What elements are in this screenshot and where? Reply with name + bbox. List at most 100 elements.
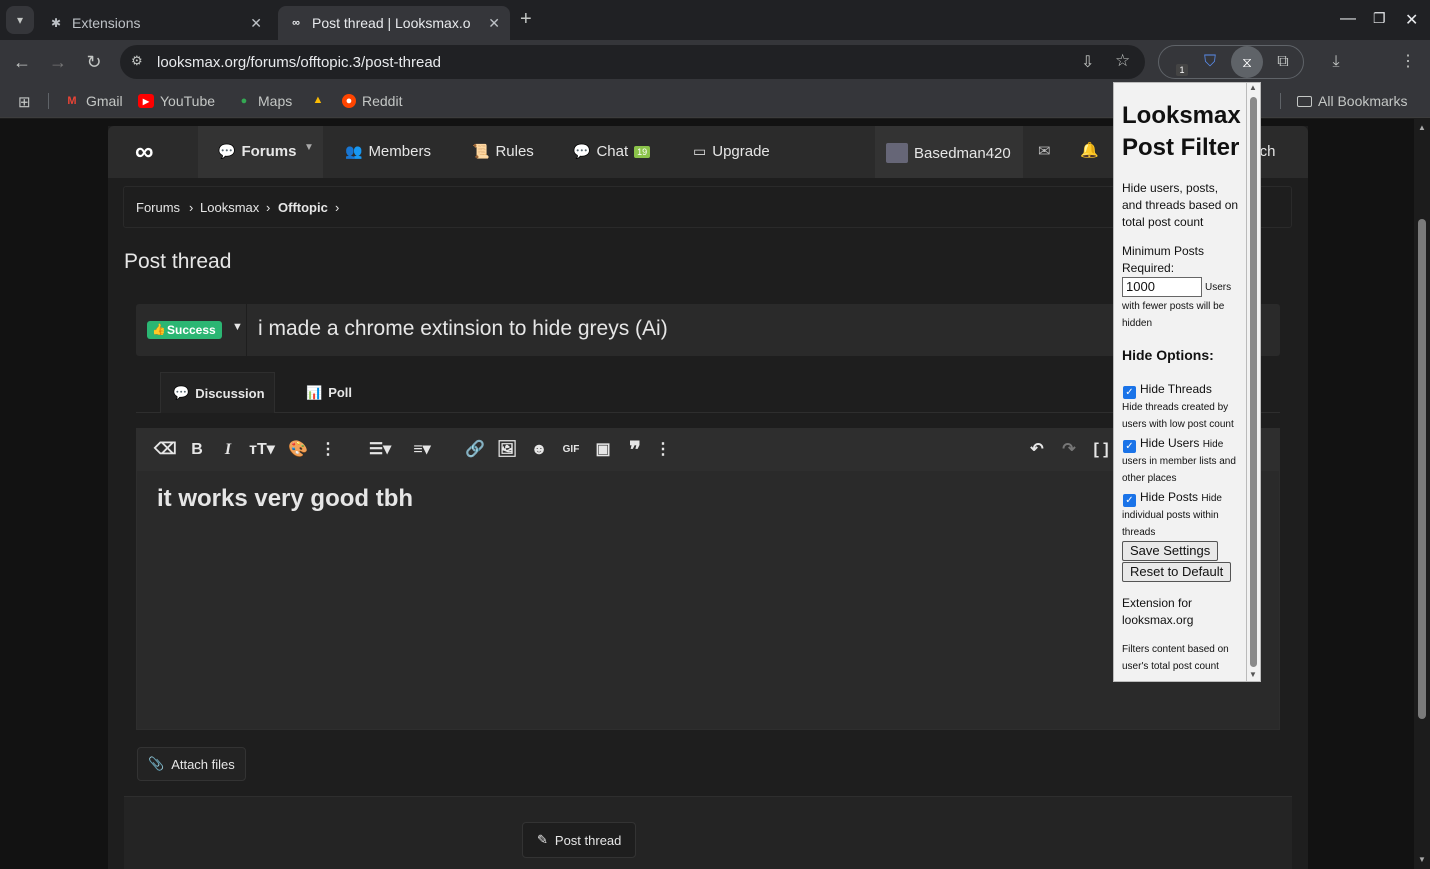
editor-tabs: 💬 Discussion 📊 Poll: [136, 372, 1280, 413]
bookmark-maps[interactable]: ● Maps: [236, 93, 293, 109]
reload-icon[interactable]: ↻: [82, 50, 106, 74]
undo-icon[interactable]: ↶: [1026, 440, 1048, 460]
tab-search-button[interactable]: ▾: [6, 6, 34, 34]
prefix-badge[interactable]: 👍 Success: [147, 321, 222, 339]
option-hide-users[interactable]: ✓ Hide Users Hide: [1122, 435, 1223, 453]
list-icon[interactable]: ☰▾: [365, 440, 395, 460]
desc-inline: Hide: [1201, 493, 1222, 504]
media-icon[interactable]: ▣: [592, 440, 614, 460]
scroll-up-icon[interactable]: ▲: [1418, 123, 1426, 132]
tab-strip: ▾ ✱ Extensions ✕ ∞ Post thread | Looksma…: [0, 0, 1430, 40]
close-tab-icon[interactable]: ✕: [488, 15, 500, 32]
site-info-icon[interactable]: ⚙: [131, 53, 143, 69]
bold-icon[interactable]: B: [186, 440, 208, 460]
tab-poll[interactable]: 📊 Poll: [294, 372, 364, 413]
page-scrollbar[interactable]: ▲ ▼: [1414, 119, 1430, 869]
popup-scrollbar[interactable]: ▲ ▼: [1247, 82, 1261, 682]
tab-post-thread[interactable]: ∞ Post thread | Looksmax.o ✕: [278, 6, 510, 40]
apps-grid-icon[interactable]: ⊞: [18, 93, 31, 111]
bookmarks-divider: [1280, 93, 1281, 109]
attach-files-button[interactable]: 📎 Attach files: [137, 747, 246, 781]
bookmark-drive[interactable]: ▲: [310, 93, 326, 107]
thread-title-input[interactable]: i made a chrome extinsion to hide greys …: [258, 317, 668, 341]
extension-for: Extension for looksmax.org: [1122, 595, 1193, 629]
button-label: Attach files: [171, 756, 235, 772]
checkbox-checked-icon[interactable]: ✓: [1123, 440, 1136, 453]
fullscreen-icon[interactable]: [ ]: [1090, 440, 1112, 460]
min-posts-input[interactable]: 1000: [1122, 277, 1202, 297]
scroll-down-icon[interactable]: ▼: [1418, 855, 1426, 864]
envelope-icon[interactable]: ✉: [1038, 142, 1051, 160]
post-thread-button[interactable]: ✎ Post thread: [522, 822, 637, 858]
bookmark-youtube[interactable]: ▶ YouTube: [138, 93, 215, 109]
chevron-down-icon[interactable]: ▼: [304, 142, 314, 153]
url-text[interactable]: looksmax.org/forums/offtopic.3/post-thre…: [157, 54, 441, 71]
breadcrumb-looksmax[interactable]: Looksmax: [200, 200, 259, 215]
scrollbar-thumb[interactable]: [1418, 219, 1426, 719]
desc-line: Hide users, posts,: [1122, 181, 1219, 195]
reset-default-button[interactable]: Reset to Default: [1122, 562, 1232, 582]
prefix-dropdown-icon[interactable]: ▼: [232, 321, 243, 333]
post-filter-extension-icon[interactable]: ⧖: [1231, 46, 1263, 78]
smiley-icon[interactable]: ☻: [528, 440, 550, 460]
breadcrumb-offtopic[interactable]: Offtopic: [278, 200, 328, 215]
more-options-icon[interactable]: ⋮: [652, 440, 674, 460]
bookmark-reddit[interactable]: ● Reddit: [342, 93, 402, 109]
checkbox-checked-icon[interactable]: ✓: [1123, 494, 1136, 507]
nav-forums[interactable]: 💬 Forums: [218, 143, 296, 160]
nav-rules[interactable]: 📜 Rules: [472, 143, 534, 160]
tab-discussion[interactable]: 💬 Discussion: [160, 372, 275, 413]
extension-popup: Looksmax Post Filter Hide users, posts, …: [1113, 82, 1247, 682]
bell-icon[interactable]: 🔔: [1080, 141, 1099, 159]
image-icon[interactable]: 🖼: [496, 440, 518, 460]
bookmark-star-icon[interactable]: ☆: [1115, 51, 1130, 71]
note-line: hidden: [1122, 318, 1153, 329]
bookmark-gmail[interactable]: M Gmail: [64, 93, 122, 109]
shield-extension-icon[interactable]: ⛉: [1198, 50, 1222, 74]
more-options-icon[interactable]: ⋮: [317, 440, 339, 460]
message-body[interactable]: it works very good tbh: [157, 485, 413, 513]
link-icon[interactable]: 🔗: [464, 440, 486, 460]
tab-extensions[interactable]: ✱ Extensions ✕: [38, 6, 272, 40]
popup-scrollbar-thumb[interactable]: [1250, 97, 1257, 667]
menu-kebab-icon[interactable]: ⋮: [1396, 50, 1420, 74]
text-size-icon[interactable]: тT▾: [247, 440, 277, 460]
italic-icon[interactable]: I: [217, 440, 239, 460]
option-hide-posts[interactable]: ✓ Hide Posts Hide: [1122, 489, 1222, 507]
save-settings-button[interactable]: Save Settings: [1122, 541, 1219, 561]
option-hide-threads[interactable]: ✓ Hide Threads: [1122, 381, 1212, 399]
text-line: Filters content based on: [1122, 644, 1229, 655]
all-bookmarks-folder[interactable]: All Bookmarks: [1297, 93, 1407, 109]
scroll-up-icon[interactable]: ▲: [1249, 83, 1257, 92]
popup-title-line: Looksmax: [1122, 102, 1241, 129]
looksmax-logo[interactable]: ∞: [135, 138, 154, 164]
eraser-icon[interactable]: ⌫: [154, 440, 177, 460]
back-icon[interactable]: ←: [10, 50, 34, 74]
nav-user[interactable]: Basedman420: [886, 143, 1011, 163]
restore-icon[interactable]: ❐: [1373, 10, 1386, 27]
forward-icon[interactable]: →: [46, 50, 70, 74]
desc-inline: Hide: [1202, 439, 1224, 450]
text-line: user's total post count: [1122, 661, 1219, 672]
nav-upgrade[interactable]: ▭ Upgrade: [693, 143, 770, 160]
install-app-icon[interactable]: ⇩: [1081, 52, 1094, 72]
align-icon[interactable]: ≡▾: [407, 440, 437, 460]
close-tab-icon[interactable]: ✕: [250, 15, 262, 32]
quote-icon[interactable]: ❞: [624, 439, 646, 461]
scroll-down-icon[interactable]: ▼: [1249, 670, 1257, 679]
nav-chat[interactable]: 💬 Chat 19: [573, 143, 651, 160]
minimize-icon[interactable]: —: [1340, 10, 1356, 28]
extensions-puzzle-icon[interactable]: ⧉: [1271, 50, 1295, 74]
paperclip-icon: 📎: [148, 756, 165, 771]
new-tab-button[interactable]: +: [520, 8, 532, 31]
redo-icon[interactable]: ↷: [1058, 440, 1080, 460]
address-bar[interactable]: ⚙ looksmax.org/forums/offtopic.3/post-th…: [120, 45, 1145, 79]
palette-icon[interactable]: 🎨: [287, 440, 309, 460]
extension-badge: 1: [1176, 64, 1188, 76]
breadcrumb-forums[interactable]: Forums: [136, 200, 180, 215]
gif-icon[interactable]: GIF: [560, 440, 582, 460]
download-icon[interactable]: ⤓: [1324, 50, 1348, 74]
close-window-icon[interactable]: ✕: [1405, 10, 1418, 30]
nav-members[interactable]: 👥 Members: [345, 143, 431, 160]
checkbox-checked-icon[interactable]: ✓: [1123, 386, 1136, 399]
